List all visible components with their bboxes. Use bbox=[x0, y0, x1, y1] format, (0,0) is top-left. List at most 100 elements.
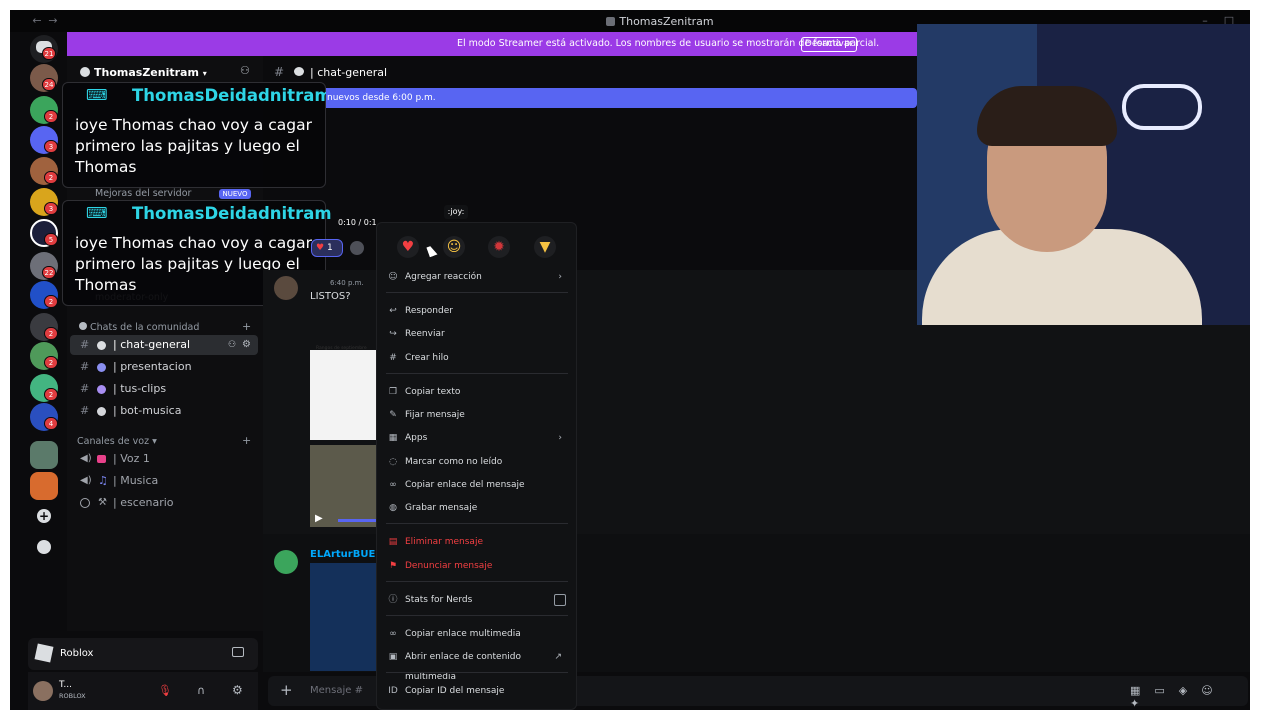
chevron-right-icon: › bbox=[558, 433, 562, 443]
clip-icon bbox=[97, 385, 106, 394]
id-icon: ID bbox=[388, 686, 398, 696]
add-channel-icon[interactable]: + bbox=[242, 320, 251, 333]
unread-badge: 3 bbox=[44, 140, 58, 153]
voice-channel-musica[interactable]: ◀) ♫ | Musica bbox=[70, 471, 258, 491]
menu-divider bbox=[386, 292, 568, 293]
chevron-down-icon: ▾ bbox=[152, 436, 157, 447]
add-server-icon[interactable]: + bbox=[37, 509, 51, 523]
video-attachment[interactable] bbox=[310, 563, 376, 671]
menu-speak-message[interactable]: ◍ Grabar mensaje bbox=[388, 498, 568, 518]
unread-badge: 2 bbox=[44, 295, 58, 308]
server-name[interactable]: ThomasZenitram ▾ bbox=[80, 66, 207, 79]
gamepad-icon: ⌨ bbox=[86, 204, 108, 222]
unread-badge: 2 bbox=[44, 171, 58, 184]
category-community[interactable]: Chats de la comunidad bbox=[79, 322, 199, 333]
menu-delete-message[interactable]: ▤ Eliminar mensaje bbox=[388, 532, 568, 552]
gear-icon[interactable]: ⚙ bbox=[242, 335, 251, 355]
menu-divider bbox=[386, 523, 568, 524]
unread-badge: 22 bbox=[42, 266, 56, 279]
image-icon: ▣ bbox=[388, 652, 398, 662]
checkbox[interactable] bbox=[554, 594, 566, 606]
forward-arrow-icon[interactable]: → bbox=[46, 14, 60, 28]
overlay-username: ThomasDeidadnitram bbox=[132, 204, 332, 223]
channel-presentacion[interactable]: # | presentacion bbox=[70, 357, 258, 377]
explore-icon[interactable] bbox=[37, 540, 51, 554]
menu-add-reaction[interactable]: ☺ Agregar reacción › bbox=[388, 267, 568, 287]
chevron-right-icon: › bbox=[558, 272, 562, 282]
message-input[interactable]: Mensaje # bbox=[310, 685, 363, 696]
menu-report-message[interactable]: ⚑ Denunciar mensaje bbox=[388, 556, 568, 576]
server-boost-link[interactable]: Mejoras del servidor bbox=[95, 188, 191, 199]
copy-icon: ❐ bbox=[388, 387, 398, 397]
anger-reaction-icon[interactable]: ✹ bbox=[488, 236, 510, 258]
menu-divider bbox=[386, 615, 568, 616]
menu-divider bbox=[386, 672, 568, 673]
mic-muted-icon[interactable]: 🎙︎ bbox=[158, 684, 172, 697]
unread-badge: 5 bbox=[44, 233, 58, 246]
channel-tus-clips[interactable]: # | tus-clips bbox=[70, 379, 258, 399]
reaction-tooltip: :joy: bbox=[444, 205, 468, 219]
heart-reaction-icon[interactable]: ♥ bbox=[397, 236, 419, 258]
megaphone-icon bbox=[97, 455, 106, 463]
avatar[interactable] bbox=[274, 276, 298, 300]
add-attachment-icon[interactable]: + bbox=[280, 681, 293, 699]
server-icon[interactable] bbox=[30, 472, 58, 500]
unread-badge: 2 bbox=[44, 356, 58, 369]
game-name: Roblox bbox=[60, 648, 94, 659]
input-toolbar-icons[interactable]: ▦▭◈☺✦ bbox=[1130, 684, 1240, 710]
play-icon[interactable]: ▶ bbox=[315, 513, 323, 524]
server-icon[interactable] bbox=[30, 441, 58, 469]
category-voice[interactable]: Canales de voz ▾ bbox=[77, 436, 157, 447]
menu-copy-media-link[interactable]: ∞ Copiar enlace multimedia bbox=[388, 624, 568, 644]
voice-channel-voz1[interactable]: ◀) | Voz 1 bbox=[70, 449, 258, 469]
chevron-down-icon: ▾ bbox=[202, 69, 207, 78]
invite-icon[interactable]: ⚇ bbox=[228, 335, 236, 355]
avatar[interactable] bbox=[274, 550, 298, 574]
add-voice-channel-icon[interactable]: + bbox=[242, 434, 251, 447]
unread-badge: 2 bbox=[44, 110, 58, 123]
link-icon: ∞ bbox=[389, 629, 397, 639]
menu-pin-message[interactable]: ✎ Fijar mensaje bbox=[388, 405, 568, 425]
flag-icon: ⚑ bbox=[388, 561, 398, 571]
menu-stats-for-nerds[interactable]: ⓘ Stats for Nerds bbox=[388, 590, 568, 610]
settings-gear-icon[interactable]: ⚙ bbox=[232, 683, 243, 697]
menu-create-thread[interactable]: # Crear hilo bbox=[388, 348, 568, 368]
menu-open-media-link[interactable]: ▣ Abrir enlace de contenido multimedia ↗ bbox=[388, 647, 568, 682]
video-progress[interactable] bbox=[338, 519, 376, 522]
menu-forward[interactable]: ↪ Reenviar bbox=[388, 324, 568, 344]
stage-icon bbox=[80, 498, 90, 508]
back-arrow-icon[interactable]: ← bbox=[30, 14, 44, 28]
headphones-icon[interactable]: ∩ bbox=[197, 684, 205, 697]
person-hair bbox=[977, 86, 1117, 146]
voice-channel-escenario[interactable]: ⚒ | escenario bbox=[70, 493, 258, 513]
heart-icon: ♥ bbox=[316, 243, 325, 253]
image-attachment[interactable] bbox=[310, 350, 376, 440]
forward-icon: ↪ bbox=[389, 329, 397, 339]
user-panel bbox=[28, 672, 258, 710]
username: T... bbox=[59, 680, 73, 690]
channel-bot-musica[interactable]: # | bot-musica bbox=[70, 401, 258, 421]
add-reaction-icon[interactable] bbox=[350, 241, 364, 255]
menu-reply[interactable]: ↩ Responder bbox=[388, 301, 568, 321]
pin-icon: ✎ bbox=[389, 410, 397, 420]
hammer-icon: ⚒ bbox=[98, 497, 107, 508]
menu-copy-message-id[interactable]: ID Copiar ID del mensaje bbox=[388, 681, 568, 701]
menu-mark-unread[interactable]: ◌ Marcar como no leído bbox=[388, 452, 568, 472]
disable-streamer-button[interactable]: Desactivar bbox=[801, 37, 857, 52]
unread-badge: 2 bbox=[44, 388, 58, 401]
menu-apps[interactable]: ▦ Apps › bbox=[388, 428, 568, 448]
new-badge: NUEVO bbox=[219, 189, 251, 199]
menu-copy-text[interactable]: ❐ Copiar texto bbox=[388, 382, 568, 402]
joy-reaction-icon[interactable]: ☺ bbox=[443, 236, 465, 258]
smile-icon: ☺ bbox=[388, 272, 398, 282]
menu-copy-message-link[interactable]: ∞ Copiar enlace del mensaje bbox=[388, 475, 568, 495]
thumbs-down-reaction-icon[interactable]: ▼ bbox=[534, 236, 556, 258]
invite-people-icon[interactable]: ⚇ bbox=[240, 64, 250, 77]
heart-reaction-chip[interactable]: ♥ 1 bbox=[311, 239, 343, 257]
unread-badge: 4 bbox=[44, 417, 58, 430]
channel-chat-general[interactable]: # | chat-general ⚇ ⚙ bbox=[70, 335, 258, 355]
screen-share-icon[interactable] bbox=[232, 647, 244, 657]
speaker-icon: ◀) bbox=[80, 453, 92, 464]
avatar[interactable] bbox=[33, 681, 53, 701]
hash-icon: # bbox=[80, 338, 90, 351]
